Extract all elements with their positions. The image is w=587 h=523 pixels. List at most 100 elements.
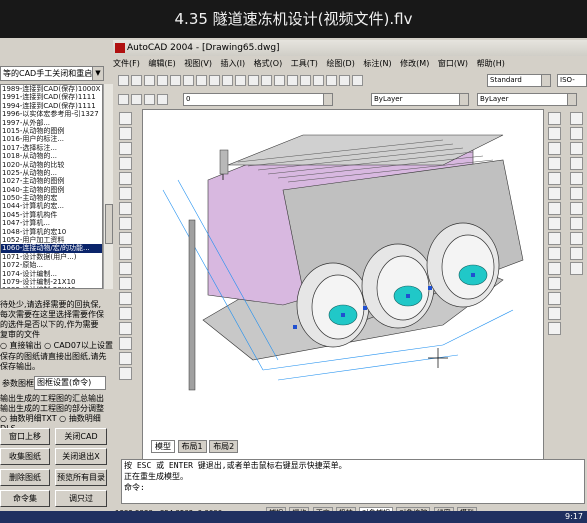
leader-icon[interactable] — [570, 217, 583, 230]
bulb-icon[interactable] — [131, 94, 142, 105]
help-icon[interactable] — [352, 75, 363, 86]
zoom-window-icon[interactable] — [300, 75, 311, 86]
scrollbar-thumb[interactable] — [105, 204, 113, 244]
list-item[interactable]: 1989-连接到CAD(保存)1000X — [1, 85, 102, 93]
menu-edit[interactable]: 编辑(E) — [148, 59, 175, 68]
layer-combo[interactable]: 0 — [183, 93, 333, 106]
layer-manager-icon[interactable] — [118, 94, 129, 105]
save-icon[interactable] — [144, 75, 155, 86]
match-icon[interactable] — [235, 75, 246, 86]
collect-button[interactable]: 收集图纸 — [0, 448, 50, 465]
drawing-list[interactable]: 1989-连接到CAD(保存)1000X 1991-连接到CAD(保存)1111 1… — [0, 84, 103, 289]
chevron-down-icon[interactable] — [567, 94, 576, 105]
scale-icon[interactable] — [548, 217, 561, 230]
callback-button[interactable]: 调只过 — [55, 490, 107, 507]
preview-icon[interactable] — [170, 75, 181, 86]
trim-icon[interactable] — [548, 247, 561, 260]
circle-icon[interactable] — [119, 202, 132, 215]
close-cad-button[interactable]: 关闭CAD — [55, 428, 107, 445]
line-icon[interactable] — [119, 112, 132, 125]
text-style-combo[interactable]: Standard — [487, 74, 551, 87]
explode-icon[interactable] — [548, 322, 561, 335]
list-item[interactable]: 1048-计算机的宏10 — [1, 228, 102, 236]
rotate-icon[interactable] — [548, 202, 561, 215]
sun-icon[interactable] — [144, 94, 155, 105]
radio-cad[interactable]: ○ — [44, 341, 54, 350]
list-item[interactable]: 1083-设计编制-28X40 — [1, 286, 102, 288]
chevron-down-icon[interactable] — [459, 94, 468, 105]
undo-icon[interactable] — [248, 75, 259, 86]
menu-modify[interactable]: 修改(M) — [400, 59, 429, 68]
list-item[interactable]: 1060-连接动物/宏/的功能... — [1, 244, 102, 253]
dim-baseline-icon[interactable] — [570, 187, 583, 200]
move-icon[interactable] — [548, 187, 561, 200]
spline-icon[interactable] — [119, 232, 132, 245]
polyline-icon[interactable] — [119, 142, 132, 155]
break-icon[interactable] — [548, 277, 561, 290]
stretch-icon[interactable] — [548, 232, 561, 245]
zoom-icon[interactable] — [287, 75, 298, 86]
list-item[interactable]: 1071-设计数据(用户...) — [1, 253, 102, 261]
menu-tools[interactable]: 工具(T) — [291, 59, 318, 68]
dim-edit-icon[interactable] — [570, 262, 583, 275]
xline-icon[interactable] — [119, 127, 132, 140]
dim-continue-icon[interactable] — [570, 202, 583, 215]
dim-aligned-icon[interactable] — [570, 127, 583, 140]
dim-diameter-icon[interactable] — [570, 157, 583, 170]
window-top-button[interactable]: 窗口上移 — [0, 428, 50, 445]
polygon-icon[interactable] — [119, 157, 132, 170]
menu-dimension[interactable]: 标注(N) — [363, 59, 391, 68]
hatch-icon[interactable] — [119, 322, 132, 335]
block-icon[interactable] — [119, 277, 132, 290]
color-combo[interactable]: ByLayer — [371, 93, 469, 106]
mode-select[interactable]: 等的CAD手工关闭和重启 ▼ — [0, 66, 104, 81]
list-item[interactable]: 1040-主动物的图例 — [1, 186, 102, 194]
list-item[interactable]: 1079-设计编制-21X10 — [1, 278, 102, 286]
ellipse-arc-icon[interactable] — [119, 262, 132, 275]
dim-radius-icon[interactable] — [570, 142, 583, 155]
fillet-icon[interactable] — [548, 307, 561, 320]
command-prompt[interactable]: 命令: — [124, 482, 584, 493]
delete-button[interactable]: 删除图纸 — [0, 469, 50, 486]
dim-style-combo[interactable]: ISO- — [557, 74, 587, 87]
menu-help[interactable]: 帮助(H) — [477, 59, 505, 68]
make-block-icon[interactable] — [119, 292, 132, 305]
list-item[interactable]: 1016-用户的标注... — [1, 135, 102, 143]
drawing-canvas[interactable] — [142, 109, 544, 489]
list-item[interactable]: 1994-连接到CAD(保存)1111 — [1, 102, 102, 110]
dim-angular-icon[interactable] — [570, 172, 583, 185]
cloud-icon[interactable] — [119, 217, 132, 230]
paste-icon[interactable] — [222, 75, 233, 86]
list-item[interactable]: 1045-计算机构件 — [1, 211, 102, 219]
list-item[interactable]: 1991-连接到CAD(保存)1111 — [1, 93, 102, 101]
tab-layout2[interactable]: 布局2 — [209, 440, 239, 453]
menu-insert[interactable]: 插入(I) — [221, 59, 246, 68]
command-window[interactable]: 按 ESC 或 ENTER 键退出,或者单击鼠标右键显示快捷菜单。 正在重生成模… — [121, 459, 585, 504]
menu-format[interactable]: 格式(O) — [254, 59, 283, 68]
ellipse-icon[interactable] — [119, 247, 132, 260]
list-item[interactable]: 1996-以实体宏参考用-引1327 — [1, 110, 102, 118]
list-item[interactable]: 1997-从外部... — [1, 119, 102, 127]
list-item[interactable]: 1017-选择标注... — [1, 144, 102, 152]
menu-file[interactable]: 文件(F) — [113, 59, 140, 68]
tab-model[interactable]: 模型 — [151, 440, 175, 453]
close-exit-button[interactable]: 关闭退出X — [55, 448, 107, 465]
new-icon[interactable] — [118, 75, 129, 86]
menu-draw[interactable]: 绘图(D) — [326, 59, 354, 68]
arc-icon[interactable] — [119, 187, 132, 200]
rectangle-icon[interactable] — [119, 172, 132, 185]
tool-palette-icon[interactable] — [339, 75, 350, 86]
publish-icon[interactable] — [183, 75, 194, 86]
chamfer-icon[interactable] — [548, 292, 561, 305]
extend-icon[interactable] — [548, 262, 561, 275]
list-item[interactable]: 1020-从动物的比较 — [1, 161, 102, 169]
table-icon[interactable] — [119, 352, 132, 365]
menu-window[interactable]: 窗口(W) — [438, 59, 468, 68]
copy-icon[interactable] — [209, 75, 220, 86]
list-item[interactable]: 1027-主动物的图例 — [1, 177, 102, 185]
list-item[interactable]: 1047-计算机... — [1, 219, 102, 227]
lock-icon[interactable] — [157, 94, 168, 105]
mtext-icon[interactable] — [119, 367, 132, 380]
point-icon[interactable] — [119, 307, 132, 320]
center-mark-icon[interactable] — [570, 247, 583, 260]
